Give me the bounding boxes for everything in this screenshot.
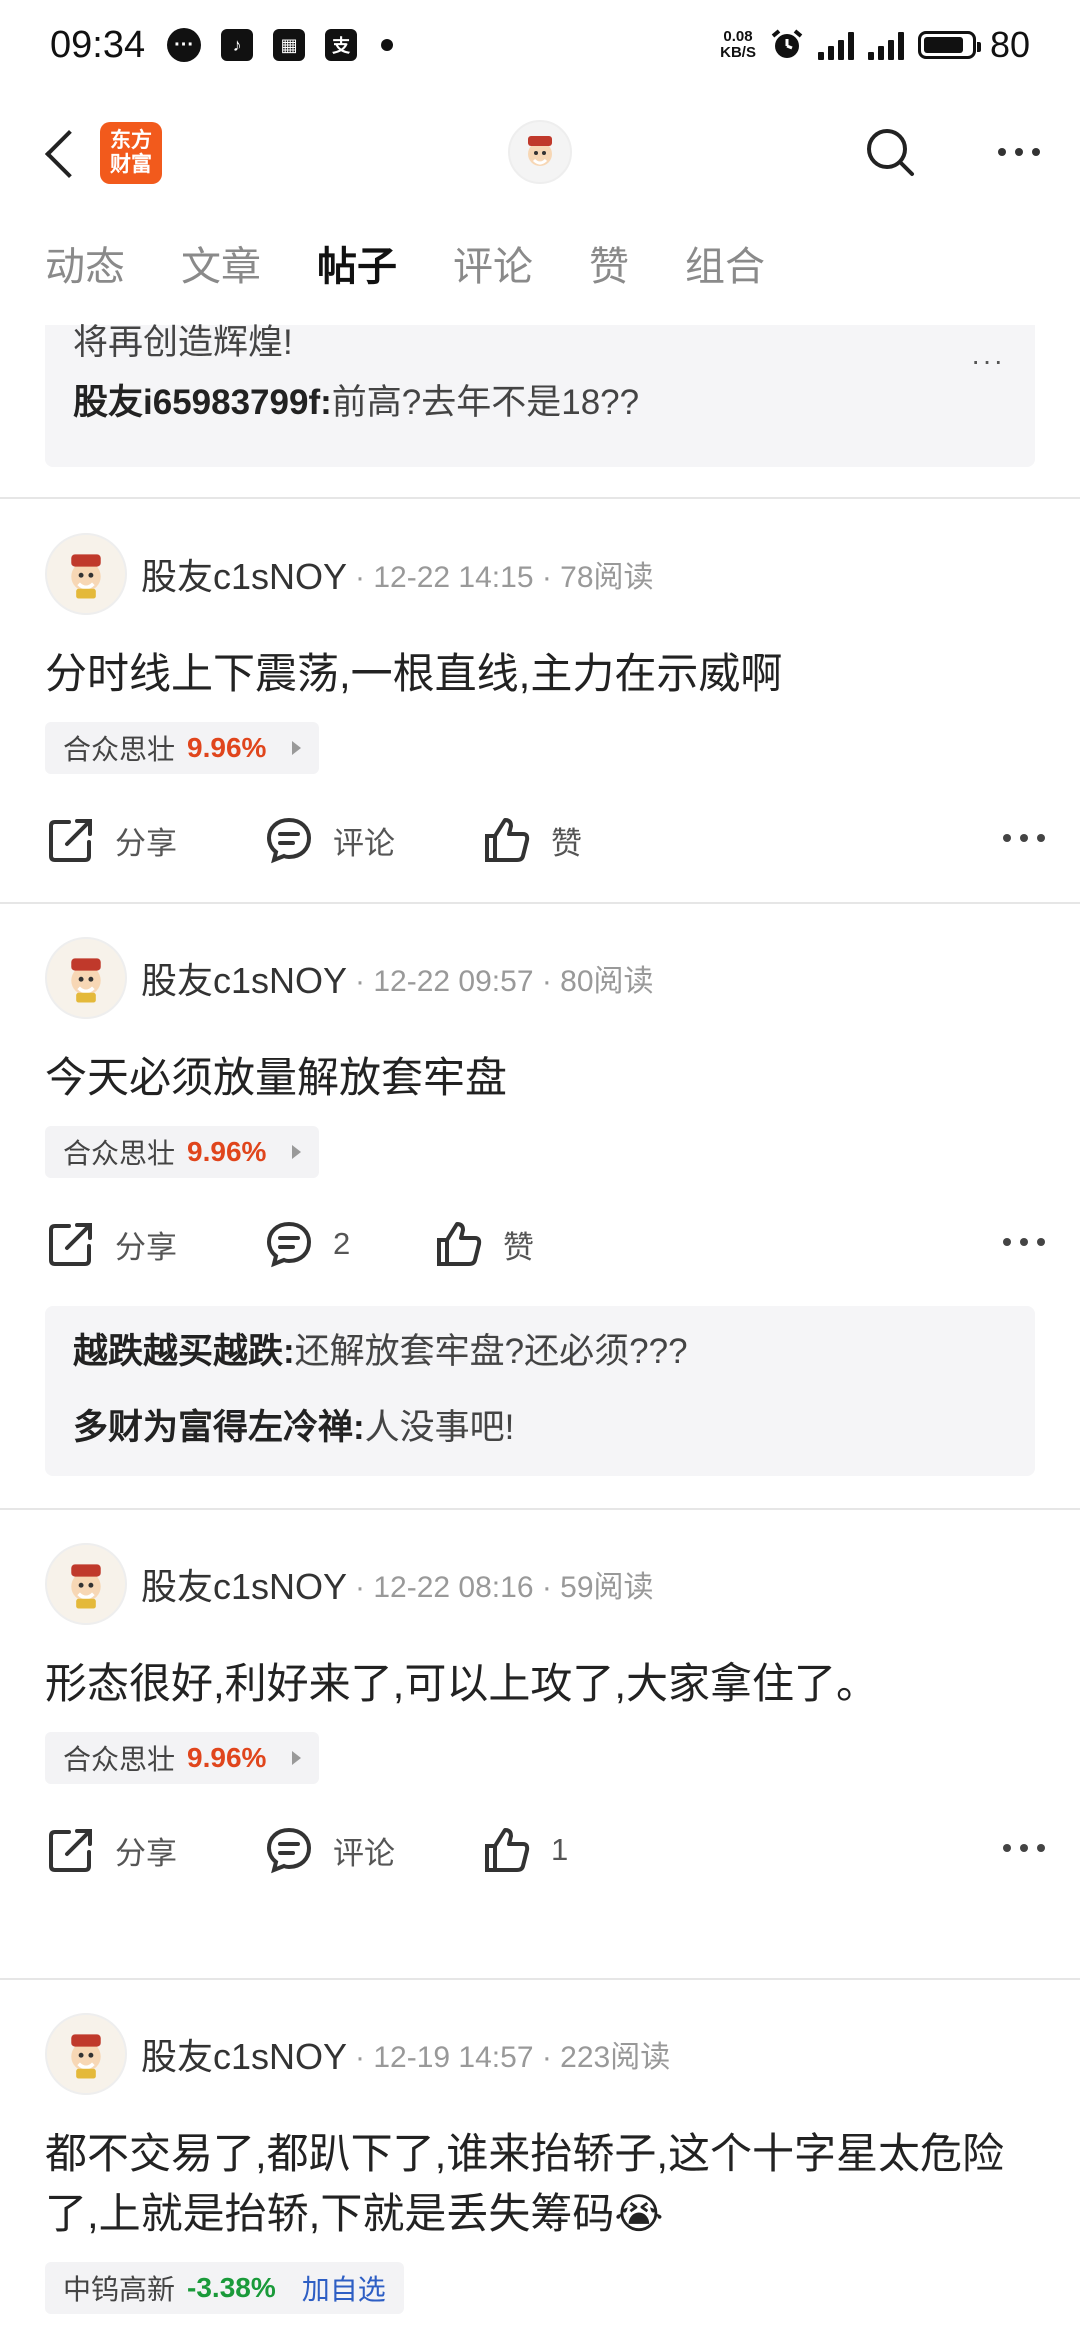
fortune-god-icon	[71, 958, 101, 1003]
post-text[interactable]: 形态很好,利好来了,可以上攻了,大家拿住了。	[0, 1654, 1080, 1714]
post-meta: · 12-22 09:57 · 80阅读	[355, 965, 654, 998]
like-button[interactable]: 1	[481, 1824, 568, 1876]
reply-user: 越跌越买越跌	[73, 1332, 284, 1371]
stock-tag[interactable]: 中钨高新 -3.38% 加自选	[45, 2262, 404, 2314]
post-meta: · 12-22 14:15 · 78阅读	[355, 561, 654, 594]
tab-likes[interactable]: 赞	[589, 232, 629, 322]
arrow-right-icon	[292, 1751, 302, 1765]
username[interactable]: 股友c1sNOY	[141, 952, 347, 1004]
fortune-god-icon	[71, 1564, 101, 1609]
arrow-right-icon	[292, 741, 302, 755]
post-card[interactable]: 股友c1sNOY · 12-22 09:57 · 80阅读 今天必须放量解放套牢…	[0, 936, 1080, 1476]
divider	[0, 1508, 1080, 1510]
divider	[0, 497, 1080, 499]
post-snippet: 将再创造辉煌!	[73, 323, 293, 362]
fortune-god-icon	[71, 554, 101, 599]
thumbs-up-icon	[437, 1222, 482, 1266]
username[interactable]: 股友c1sNOY	[141, 2028, 347, 2080]
net-speed: 0.08 KB/S	[720, 28, 756, 61]
reply-text: 前高?去年不是18??	[331, 383, 640, 422]
comment-button[interactable]: 评论	[263, 814, 481, 866]
comment-button[interactable]: 2	[263, 1218, 433, 1270]
message-icon: ···	[167, 28, 202, 62]
like-button[interactable]: 赞	[433, 1218, 534, 1270]
username[interactable]: 股友c1sNOY	[141, 548, 347, 600]
battery-level: 80	[989, 24, 1030, 65]
status-time: 09:34	[50, 23, 146, 66]
tab-dynamics[interactable]: 动态	[45, 232, 125, 322]
comment-button[interactable]: 评论	[263, 1824, 481, 1876]
post-more-icon[interactable]	[1003, 1238, 1045, 1246]
reply-box[interactable]: 越跌越买越跌:还解放套牢盘?还必须??? 多财为富得左冷禅:人没事吧!	[45, 1306, 1035, 1476]
share-button[interactable]: 分享	[45, 1824, 263, 1876]
alipay-icon: 支	[325, 29, 358, 61]
app-icon: ▦	[273, 29, 306, 61]
status-bar: 09:34 ··· ♪ ▦ 支 0.08 KB/S 80	[0, 0, 1080, 90]
post-more-icon[interactable]	[1003, 834, 1045, 842]
post-more-icon[interactable]	[1003, 1844, 1045, 1852]
divider	[0, 1978, 1080, 1980]
thumbs-up-icon	[485, 818, 530, 862]
more-options-icon[interactable]	[998, 148, 1040, 156]
post-card[interactable]: 股友c1sNOY · 12-22 08:16 · 59阅读 形态很好,利好来了,…	[0, 1542, 1080, 1900]
back-icon[interactable]	[40, 123, 80, 183]
post-text[interactable]: 都不交易了,都趴下了,谁来抬轿子,这个十字星太危险了,上就是抬轿,下就是丢失筹码…	[0, 2124, 1080, 2244]
alarm-icon	[771, 29, 803, 58]
arrow-right-icon	[292, 1145, 302, 1159]
post-text[interactable]: 今天必须放量解放套牢盘	[0, 1048, 1080, 1108]
tab-portfolio[interactable]: 组合	[685, 232, 765, 322]
share-button[interactable]: 分享	[45, 814, 263, 866]
avatar[interactable]	[45, 1543, 127, 1625]
username[interactable]: 股友c1sNOY	[141, 1558, 347, 1610]
like-button[interactable]: 赞	[481, 814, 582, 866]
reply-line: 多财为富得左冷禅:人没事吧!	[73, 1408, 515, 1447]
profile-avatar[interactable]	[508, 120, 572, 184]
post-card[interactable]: 股友c1sNOY · 12-22 14:15 · 78阅读 分时线上下震荡,一根…	[0, 532, 1080, 890]
app-header: 东方 财富	[0, 100, 1080, 205]
thumbs-up-icon	[485, 1828, 530, 1872]
share-icon	[49, 1223, 92, 1266]
reply-user: 股友i65983799f	[73, 383, 321, 422]
profile-tabs: 动态 文章 帖子 评论 赞 组合	[0, 232, 1080, 334]
post-meta: · 12-22 08:16 · 59阅读	[355, 1571, 654, 1604]
comment-preview-box[interactable]: 将再创造辉煌! ··· 股友i65983799f:前高?去年不是18??	[45, 325, 1035, 467]
tab-articles[interactable]: 文章	[181, 232, 261, 322]
stock-tag[interactable]: 合众思壮 9.96%	[45, 1126, 320, 1178]
reply-text: 还解放套牢盘?还必须???	[294, 1332, 688, 1371]
tab-posts[interactable]: 帖子	[317, 232, 397, 334]
post-card[interactable]: 股友c1sNOY · 12-19 14:57 · 223阅读 都不交易了,都趴下…	[0, 2012, 1080, 2314]
fortune-god-icon	[71, 2034, 101, 2079]
share-icon	[49, 819, 92, 862]
search-icon[interactable]	[860, 122, 920, 182]
comment-icon	[266, 1827, 312, 1874]
fortune-god-icon	[528, 136, 552, 166]
post-meta: · 12-19 14:57 · 223阅读	[355, 2041, 671, 2074]
share-icon	[49, 1829, 92, 1872]
tiktok-icon: ♪	[221, 29, 254, 61]
comment-icon	[266, 817, 312, 864]
avatar[interactable]	[45, 937, 127, 1019]
signal-2-icon	[867, 30, 904, 60]
signal-icon	[817, 30, 854, 60]
stock-tag[interactable]: 合众思壮 9.96%	[45, 1732, 320, 1784]
notification-dot-icon	[381, 39, 394, 51]
post-text[interactable]: 分时线上下震荡,一根直线,主力在示威啊	[0, 644, 1080, 704]
comment-more-icon[interactable]: ···	[971, 345, 1005, 377]
battery-icon	[917, 31, 981, 59]
stock-tag[interactable]: 合众思壮 9.96%	[45, 722, 320, 774]
reply-line: 越跌越买越跌:还解放套牢盘?还必须???	[73, 1332, 688, 1371]
reply-user: 多财为富得左冷禅	[73, 1408, 354, 1447]
reply-text: 人没事吧!	[364, 1408, 515, 1447]
share-button[interactable]: 分享	[45, 1218, 263, 1270]
eastmoney-logo[interactable]: 东方 财富	[100, 121, 162, 184]
tab-comments[interactable]: 评论	[453, 232, 533, 322]
add-watchlist-button[interactable]: 加自选	[302, 2268, 386, 2308]
comment-icon	[266, 1221, 312, 1268]
divider	[0, 902, 1080, 904]
avatar[interactable]	[45, 533, 127, 615]
avatar[interactable]	[45, 2013, 127, 2095]
reply-line: 股友i65983799f:前高?去年不是18??	[73, 383, 640, 422]
